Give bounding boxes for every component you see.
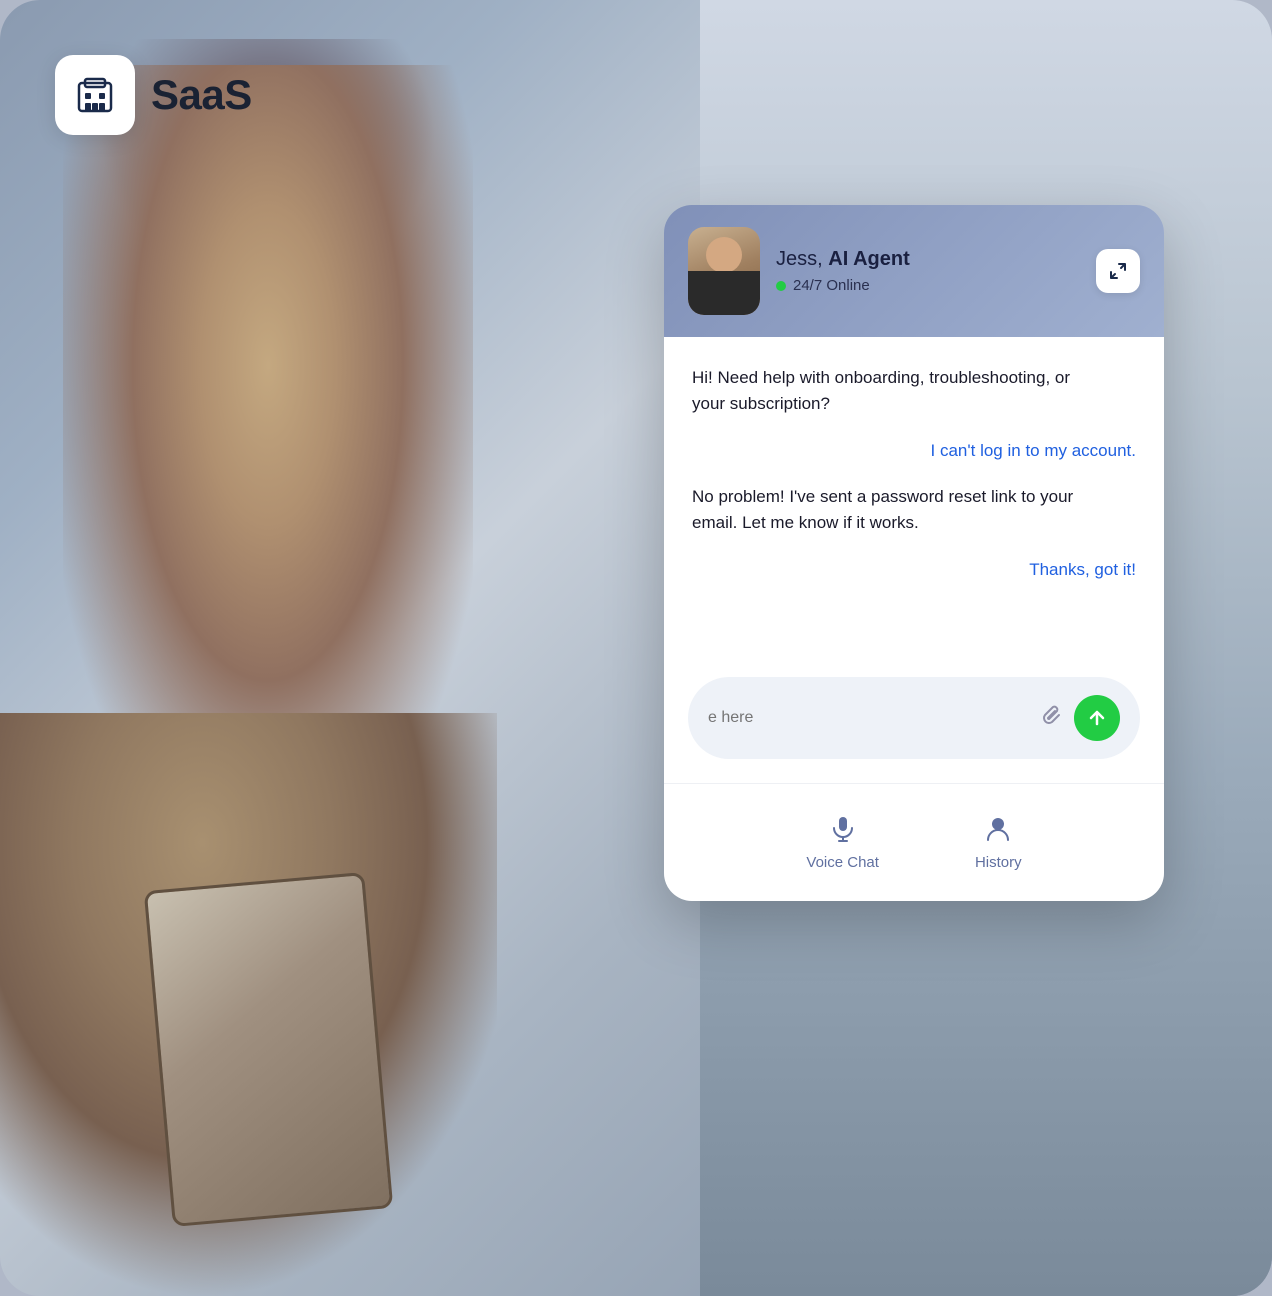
logo-icon-box bbox=[55, 55, 135, 135]
tab-history-label: History bbox=[975, 854, 1022, 871]
message-user-2: Thanks, got it! bbox=[692, 557, 1136, 583]
chat-input-area bbox=[664, 677, 1164, 783]
agent-name: Jess, AI Agent bbox=[776, 248, 1080, 271]
history-person-icon bbox=[980, 810, 1016, 846]
person-tablet bbox=[143, 872, 392, 1227]
app-title: SaaS bbox=[151, 71, 252, 119]
agent-info: Jess, AI Agent 24/7 Online bbox=[776, 248, 1080, 294]
chat-header: Jess, AI Agent 24/7 Online bbox=[664, 205, 1164, 337]
chat-messages: Hi! Need help with onboarding, troublesh… bbox=[664, 337, 1164, 677]
tab-history[interactable]: History bbox=[927, 802, 1070, 879]
chat-input[interactable] bbox=[708, 709, 1028, 727]
chat-input-box bbox=[688, 677, 1140, 759]
send-icon bbox=[1087, 708, 1107, 728]
message-bot-2: No problem! I've sent a password reset l… bbox=[692, 484, 1092, 537]
person-face bbox=[63, 65, 473, 817]
chat-widget: Jess, AI Agent 24/7 Online Hi! Need help… bbox=[664, 205, 1164, 901]
agent-avatar bbox=[688, 227, 760, 315]
expand-button[interactable] bbox=[1096, 249, 1140, 293]
chat-tabs: Voice Chat History bbox=[664, 783, 1164, 901]
microphone-icon bbox=[825, 810, 861, 846]
background: SaaS Jess, AI Agent 24/7 Online bbox=[0, 0, 1272, 1296]
send-button[interactable] bbox=[1074, 695, 1120, 741]
expand-icon bbox=[1108, 261, 1128, 281]
building-icon bbox=[73, 73, 117, 117]
message-bot-1: Hi! Need help with onboarding, troublesh… bbox=[692, 365, 1092, 418]
logo-card: SaaS bbox=[55, 55, 252, 135]
person-body bbox=[0, 713, 497, 1296]
agent-status: 24/7 Online bbox=[776, 277, 1080, 294]
status-indicator bbox=[776, 281, 786, 291]
attach-icon[interactable] bbox=[1040, 704, 1062, 732]
tab-voice-chat[interactable]: Voice Chat bbox=[758, 802, 927, 879]
message-user-1: I can't log in to my account. bbox=[692, 438, 1136, 464]
tab-voice-chat-label: Voice Chat bbox=[806, 854, 879, 871]
